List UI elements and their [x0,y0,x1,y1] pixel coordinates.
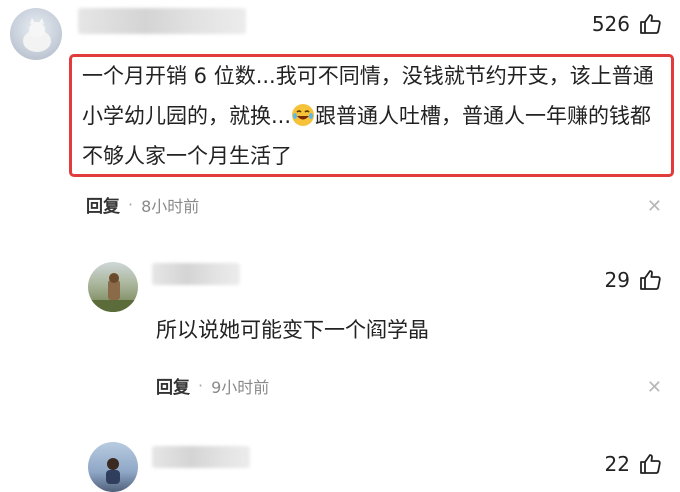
thumbs-up-icon[interactable] [638,12,662,36]
separator-dot: · [128,195,134,214]
username-blurred[interactable] [152,446,250,468]
timestamp: 9小时前 [211,377,270,397]
like-count[interactable]: 29 [605,268,662,292]
like-count[interactable]: 526 [592,12,662,36]
comment-meta: 回复 · 8小时前 [86,192,199,217]
avatar[interactable] [10,8,62,60]
comment-meta: 回复 · 9小时前 [156,373,269,398]
separator-dot: · [198,376,204,395]
close-icon[interactable]: ✕ [647,377,662,398]
timestamp: 8小时前 [141,196,200,216]
username-blurred[interactable] [78,8,246,34]
photo-avatar-icon [88,273,138,312]
like-count-value: 29 [604,268,630,292]
laugh-cry-emoji-icon [292,104,315,126]
avatar[interactable] [88,262,138,312]
reply-button[interactable]: 回复 [86,192,120,217]
close-icon[interactable]: ✕ [647,196,662,217]
like-count-value: 22 [604,452,630,476]
like-count-value: 526 [591,12,630,36]
avatar[interactable] [88,442,138,492]
comment-text: 一个月开销 6 位数...我可不同情，没钱就节约开支，该上普通小学幼儿园的，就换… [82,56,662,176]
comment-text: 所以说她可能变下一个阎学晶 [156,318,429,342]
like-count[interactable]: 22 [605,452,662,476]
thumbs-up-icon[interactable] [638,452,662,476]
thumbs-up-icon[interactable] [638,268,662,292]
photo-avatar-icon [106,458,120,484]
cat-avatar-icon [23,18,51,52]
reply-button[interactable]: 回复 [156,373,190,398]
username-blurred[interactable] [152,263,240,285]
